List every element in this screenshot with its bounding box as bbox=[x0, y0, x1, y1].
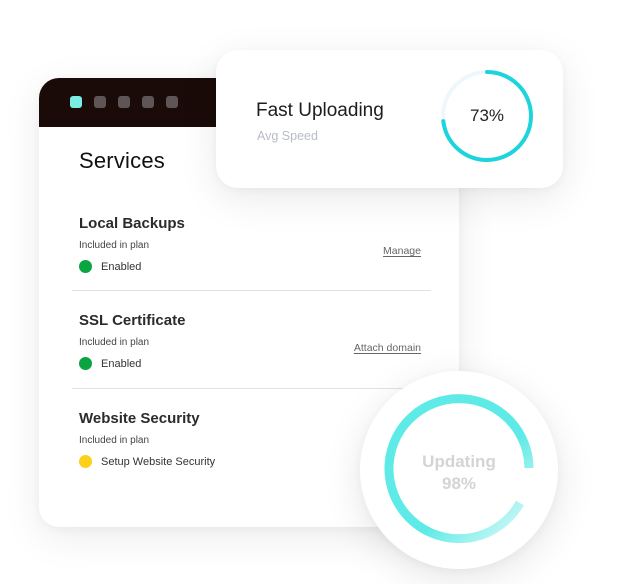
divider bbox=[72, 290, 431, 291]
window-dot-active bbox=[70, 96, 82, 108]
status-dot-icon bbox=[79, 455, 92, 468]
setup-website-security-link[interactable]: Setup Website Security bbox=[101, 456, 215, 468]
updating-label: Updating 98% bbox=[360, 451, 558, 495]
service-status: Enabled bbox=[79, 357, 421, 370]
updating-widget: Updating 98% bbox=[360, 371, 558, 569]
status-dot-icon bbox=[79, 357, 92, 370]
service-status: Enabled bbox=[79, 260, 421, 273]
status-dot-icon bbox=[79, 260, 92, 273]
window-dot bbox=[94, 96, 106, 108]
services-title: Services bbox=[79, 148, 165, 173]
status-text: Enabled bbox=[101, 260, 142, 273]
fast-uploading-card: Fast Uploading Avg Speed 73% bbox=[216, 50, 563, 188]
updating-text: Updating bbox=[422, 452, 496, 471]
service-item-ssl-certificate: SSL Certificate Included in plan Enabled… bbox=[79, 312, 421, 370]
window-dot bbox=[142, 96, 154, 108]
service-name: Local Backups bbox=[79, 215, 185, 232]
service-item-local-backups: Local Backups Included in plan Enabled M… bbox=[79, 215, 421, 273]
updating-percent: 98% bbox=[441, 474, 477, 493]
service-name: SSL Certificate bbox=[79, 312, 186, 329]
service-subtitle: Included in plan bbox=[79, 240, 150, 251]
upload-percent: 73% bbox=[469, 106, 505, 125]
window-dot bbox=[118, 96, 130, 108]
attach-domain-link[interactable]: Attach domain bbox=[354, 342, 421, 354]
upload-title: Fast Uploading bbox=[256, 100, 384, 121]
status-text: Enabled bbox=[101, 357, 142, 370]
window-dots bbox=[70, 96, 178, 108]
upload-subtitle: Avg Speed bbox=[257, 129, 318, 143]
manage-link[interactable]: Manage bbox=[383, 245, 421, 257]
window-dot bbox=[166, 96, 178, 108]
